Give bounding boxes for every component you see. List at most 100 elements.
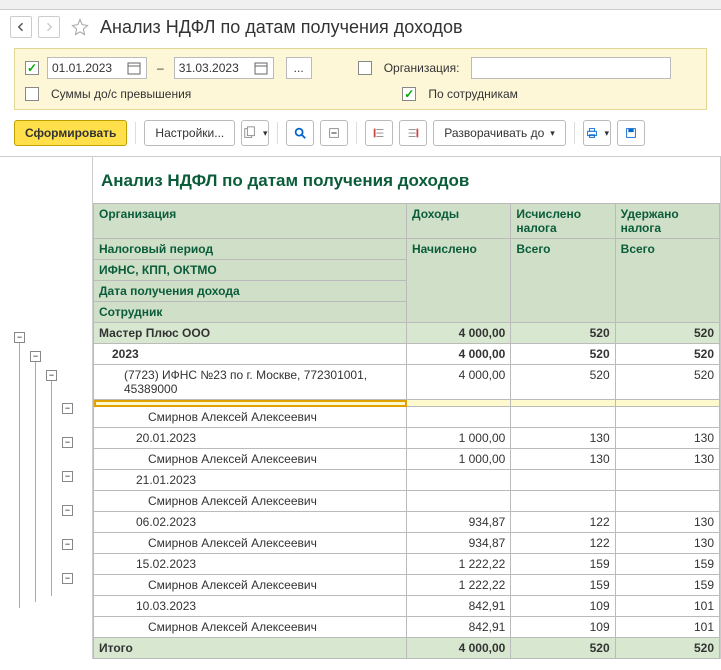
find-button[interactable]	[286, 120, 314, 146]
tree-node[interactable]: −	[62, 539, 73, 550]
header-accrued: Начислено	[407, 239, 511, 323]
tree-node[interactable]: −	[62, 573, 73, 584]
row-c2	[511, 470, 615, 491]
report-table: Организация Доходы Исчислено налога Удер…	[93, 203, 720, 659]
tree-node[interactable]: −	[62, 471, 73, 482]
row-c1: 842,91	[407, 596, 511, 617]
row-c2: 109	[511, 596, 615, 617]
calendar-icon[interactable]	[253, 60, 269, 76]
row-c3: 159	[615, 554, 719, 575]
header-ifns: ИФНС, КПП, ОКТМО	[94, 260, 407, 281]
tree-node[interactable]: −	[62, 437, 73, 448]
save-button[interactable]	[617, 120, 645, 146]
expand-to-button[interactable]: Разворачивать до▾	[433, 120, 566, 146]
row-c2: 520	[511, 365, 615, 400]
header-org: Организация	[94, 204, 407, 239]
tree-node[interactable]: −	[14, 332, 25, 343]
row-c3: 130	[615, 533, 719, 554]
settings-variants-button[interactable]: ▾	[241, 120, 269, 146]
row-c3: 130	[615, 512, 719, 533]
row-c1: 4 000,00	[407, 344, 511, 365]
table-row[interactable]: 06.02.2023934,87122130	[94, 512, 720, 533]
row-label	[94, 400, 407, 407]
row-c2: 520	[511, 323, 615, 344]
table-row[interactable]: Смирнов Алексей Алексеевич934,87122130	[94, 533, 720, 554]
row-label: 15.02.2023	[94, 554, 407, 575]
print-button[interactable]: ▾	[583, 120, 611, 146]
row-label: Смирнов Алексей Алексеевич	[94, 533, 407, 554]
collapse-level-button[interactable]	[399, 120, 427, 146]
total-label: Итого	[94, 638, 407, 659]
tree-node[interactable]: −	[30, 351, 41, 362]
star-icon[interactable]	[70, 17, 90, 37]
row-c3: 130	[615, 428, 719, 449]
row-c2	[511, 400, 615, 407]
table-row[interactable]: Смирнов Алексей Алексеевич1 222,22159159	[94, 575, 720, 596]
date-dash: –	[157, 61, 164, 75]
back-button[interactable]	[10, 16, 32, 38]
row-c3: 101	[615, 617, 719, 638]
table-row[interactable]: 20.01.20231 000,00130130	[94, 428, 720, 449]
row-c3	[615, 400, 719, 407]
row-c1: 4 000,00	[407, 365, 511, 400]
report-title: Анализ НДФЛ по датам получения доходов	[93, 157, 720, 203]
row-c2: 122	[511, 512, 615, 533]
title-bar: Анализ НДФЛ по датам получения доходов	[0, 10, 721, 48]
date-from-input[interactable]: 01.01.2023	[47, 57, 147, 79]
org-checkbox[interactable]	[358, 61, 372, 75]
row-c3	[615, 407, 719, 428]
settings-button[interactable]: Настройки...	[144, 120, 235, 146]
row-label: (7723) ИФНС №23 по г. Москве, 772301001,…	[94, 365, 407, 400]
table-row[interactable]: Мастер Плюс ООО4 000,00520520	[94, 323, 720, 344]
row-c1: 842,91	[407, 617, 511, 638]
row-c3	[615, 470, 719, 491]
row-c2: 130	[511, 428, 615, 449]
forward-button[interactable]	[38, 16, 60, 38]
row-c3: 520	[615, 323, 719, 344]
row-c1: 1 000,00	[407, 428, 511, 449]
row-c1	[407, 400, 511, 407]
total-row: Итого 4 000,00 520 520	[94, 638, 720, 659]
sums-checkbox[interactable]	[25, 87, 39, 101]
toolbar: Сформировать Настройки... ▾ Разворачиват…	[0, 120, 721, 156]
header-employee: Сотрудник	[94, 302, 407, 323]
row-c3: 520	[615, 365, 719, 400]
date-more-button[interactable]: ...	[286, 57, 312, 79]
total-c2: 520	[511, 638, 615, 659]
table-row[interactable]: Смирнов Алексей Алексеевич	[94, 491, 720, 512]
org-label: Организация:	[384, 61, 460, 75]
table-row[interactable]: 10.03.2023842,91109101	[94, 596, 720, 617]
row-label: Смирнов Алексей Алексеевич	[94, 449, 407, 470]
table-row[interactable]: 21.01.2023	[94, 470, 720, 491]
table-row[interactable]: Смирнов Алексей Алексеевич1 000,00130130	[94, 449, 720, 470]
header-total-2: Всего	[615, 239, 719, 323]
header-income-date: Дата получения дохода	[94, 281, 407, 302]
generate-button[interactable]: Сформировать	[14, 120, 127, 146]
table-row[interactable]: Смирнов Алексей Алексеевич	[94, 407, 720, 428]
table-row[interactable]	[94, 400, 720, 407]
date-to-input[interactable]: 31.03.2023	[174, 57, 274, 79]
header-total-1: Всего	[511, 239, 615, 323]
total-c3: 520	[615, 638, 719, 659]
header-withheld-tax: Удержано налога	[615, 204, 719, 239]
row-c3: 159	[615, 575, 719, 596]
header-calc-tax: Исчислено налога	[511, 204, 615, 239]
by-employee-checkbox[interactable]	[402, 87, 416, 101]
row-label: 20.01.2023	[94, 428, 407, 449]
tree-node[interactable]: −	[62, 505, 73, 516]
filter-panel: 01.01.2023 – 31.03.2023 ... Организация:…	[14, 48, 707, 110]
expand-level-button[interactable]	[365, 120, 393, 146]
table-row[interactable]: (7723) ИФНС №23 по г. Москве, 772301001,…	[94, 365, 720, 400]
calendar-icon[interactable]	[126, 60, 142, 76]
tree-node[interactable]: −	[62, 403, 73, 414]
date-enabled-checkbox[interactable]	[25, 61, 39, 75]
row-c2: 130	[511, 449, 615, 470]
row-c2: 109	[511, 617, 615, 638]
org-input[interactable]	[471, 57, 671, 79]
row-c1: 934,87	[407, 512, 511, 533]
table-row[interactable]: 20234 000,00520520	[94, 344, 720, 365]
collapse-button[interactable]	[320, 120, 348, 146]
table-row[interactable]: 15.02.20231 222,22159159	[94, 554, 720, 575]
tree-node[interactable]: −	[46, 370, 57, 381]
table-row[interactable]: Смирнов Алексей Алексеевич842,91109101	[94, 617, 720, 638]
